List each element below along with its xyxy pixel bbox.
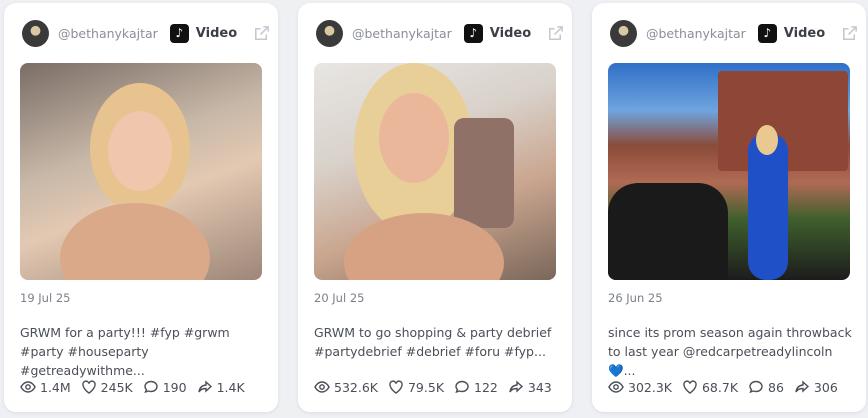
shares-count: 343 xyxy=(527,379,552,395)
comments-stat: 86 xyxy=(748,379,784,395)
likes-count: 68.7K xyxy=(701,379,739,395)
share-icon xyxy=(197,380,212,393)
avatar[interactable] xyxy=(610,19,637,47)
post-stats: 532.6K 79.5K 122 343 xyxy=(314,379,562,395)
views-stat: 532.6K xyxy=(314,379,378,395)
post-card[interactable]: @bethanykajtar ♪ Video 20 Jul 25 GRWM to… xyxy=(298,3,572,412)
post-card[interactable]: @bethanykajtar ♪ Video 26 Jun 25 since i… xyxy=(592,3,866,412)
comments-count: 86 xyxy=(768,379,784,395)
card-header: @bethanykajtar ♪ Video xyxy=(610,18,858,48)
shares-stat: 1.4K xyxy=(197,379,245,395)
external-link-icon[interactable] xyxy=(252,24,271,43)
likes-count: 245K xyxy=(100,379,133,395)
comments-stat: 190 xyxy=(143,379,187,395)
video-thumbnail[interactable] xyxy=(314,63,556,280)
views-count: 302.3K xyxy=(628,379,672,395)
external-link-icon[interactable] xyxy=(840,24,859,43)
card-header: @bethanykajtar ♪ Video xyxy=(316,18,564,48)
likes-stat: 79.5K xyxy=(388,379,444,395)
shares-stat: 306 xyxy=(794,379,838,395)
heart-icon xyxy=(683,380,697,394)
post-description: since its prom season again throwback to… xyxy=(608,325,852,378)
comment-icon xyxy=(749,380,763,394)
eye-icon xyxy=(314,381,330,393)
views-count: 1.4M xyxy=(40,379,71,395)
author-handle[interactable]: @bethanykajtar xyxy=(646,26,746,41)
post-card[interactable]: @bethanykajtar ♪ Video 19 Jul 25 GRWM fo… xyxy=(4,3,278,412)
content-type-label: Video xyxy=(489,25,532,41)
tiktok-icon: ♪ xyxy=(757,23,777,43)
video-thumbnail[interactable] xyxy=(608,63,850,280)
eye-icon xyxy=(608,381,624,393)
author-handle[interactable]: @bethanykajtar xyxy=(352,26,452,41)
avatar[interactable] xyxy=(22,19,49,47)
share-icon xyxy=(509,380,523,393)
views-count: 532.6K xyxy=(334,379,378,395)
post-stats: 302.3K 68.7K 86 306 xyxy=(608,379,848,395)
tiktok-icon: ♪ xyxy=(463,23,483,43)
views-stat: 302.3K xyxy=(608,379,672,395)
post-date: 26 Jun 25 xyxy=(608,291,663,305)
post-date: 19 Jul 25 xyxy=(20,291,71,305)
shares-count: 1.4K xyxy=(216,379,245,395)
post-description: GRWM for a party!!! #fyp #grwm #party #h… xyxy=(20,325,230,378)
external-link-icon[interactable] xyxy=(546,24,565,43)
heart-icon xyxy=(81,380,96,394)
shares-count: 306 xyxy=(813,379,838,395)
likes-stat: 68.7K xyxy=(682,379,738,395)
avatar[interactable] xyxy=(316,19,343,47)
comments-count: 190 xyxy=(162,379,187,395)
post-date: 20 Jul 25 xyxy=(314,291,365,305)
views-stat: 1.4M xyxy=(20,379,71,395)
card-header: @bethanykajtar ♪ Video xyxy=(22,18,270,48)
post-stats: 1.4M 245K 190 1.4K xyxy=(20,379,255,395)
content-type-label: Video xyxy=(195,25,238,41)
comment-icon xyxy=(455,380,469,394)
comments-stat: 122 xyxy=(454,379,498,395)
content-type-label: Video xyxy=(783,25,826,41)
likes-count: 79.5K xyxy=(407,379,445,395)
share-icon xyxy=(795,380,809,393)
shares-stat: 343 xyxy=(508,379,552,395)
author-handle[interactable]: @bethanykajtar xyxy=(58,26,158,41)
eye-icon xyxy=(20,381,36,393)
heart-icon xyxy=(389,380,403,394)
likes-stat: 245K xyxy=(81,379,133,395)
comments-count: 122 xyxy=(474,379,498,395)
post-description: GRWM to go shopping & party debrief #par… xyxy=(314,325,552,359)
tiktok-icon: ♪ xyxy=(169,23,189,43)
comment-icon xyxy=(144,380,158,394)
video-thumbnail[interactable] xyxy=(20,63,262,280)
